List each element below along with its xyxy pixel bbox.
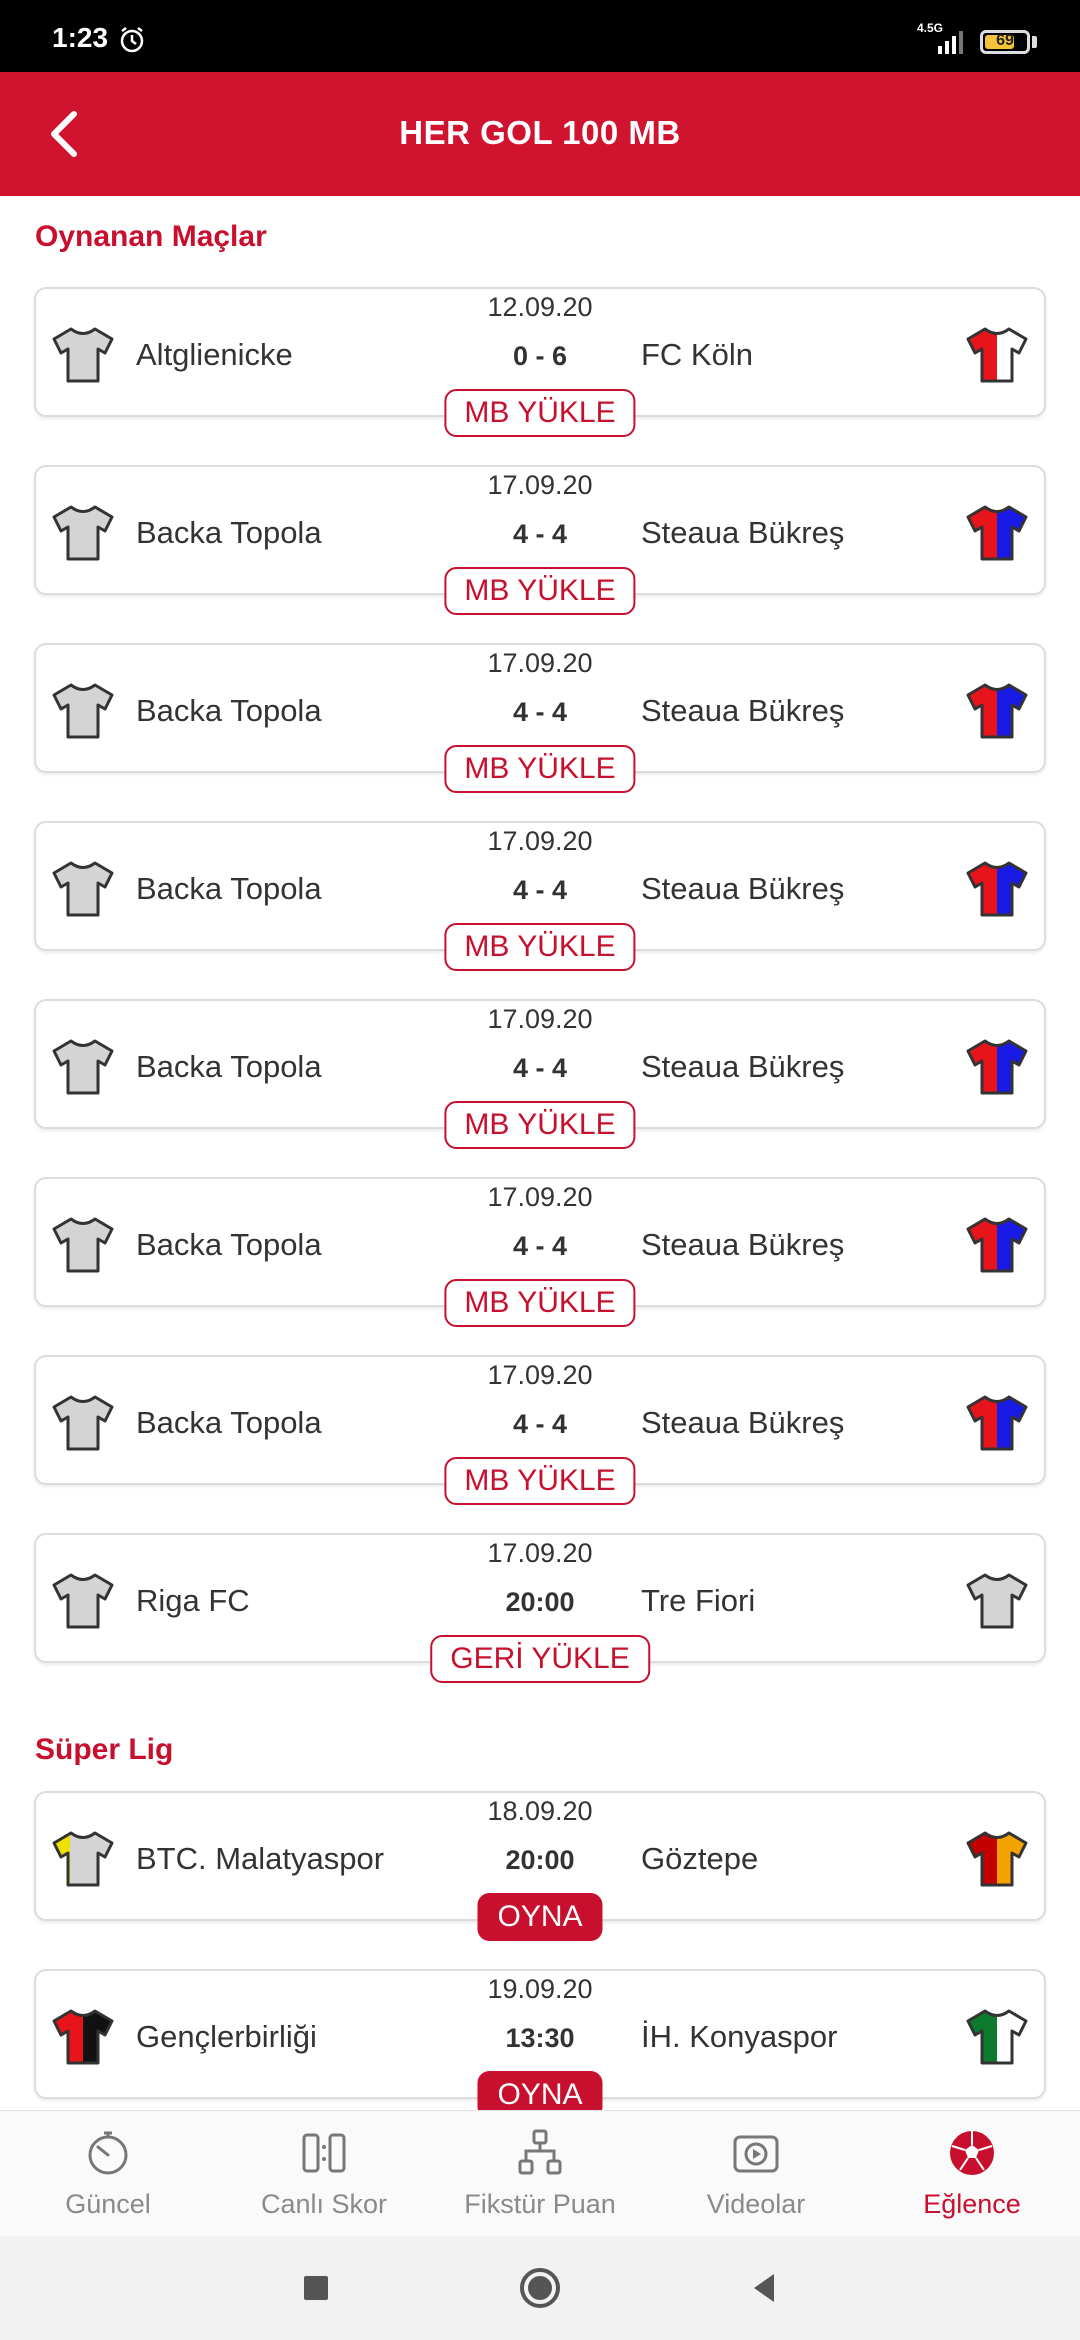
nav-label: Eğlence bbox=[923, 2189, 1021, 2219]
recent-apps-icon[interactable] bbox=[294, 2266, 338, 2310]
away-team-name: İH. Konyaspor bbox=[641, 2019, 838, 2054]
mb-yukle-button[interactable]: MB YÜKLE bbox=[444, 1101, 636, 1149]
match-card[interactable]: 17.09.20 Backa Topola 4 - 4 Steaua Bükre… bbox=[34, 465, 1046, 615]
mb-yukle-button[interactable]: MB YÜKLE bbox=[444, 389, 636, 437]
away-jersey-icon bbox=[966, 1573, 1028, 1629]
match-score: 4 - 4 bbox=[512, 875, 568, 905]
section-title-played: Oynanan Maçlar bbox=[35, 220, 267, 253]
match-score: 4 - 4 bbox=[512, 519, 568, 549]
away-jersey-icon bbox=[966, 1831, 1028, 1887]
app-header: HER GOL 100 MB bbox=[0, 72, 1080, 196]
away-team-name: Steaua Bükreş bbox=[641, 1227, 845, 1262]
page-title: HER GOL 100 MB bbox=[399, 114, 681, 151]
match-score: 0 - 6 bbox=[512, 341, 568, 371]
mb-yukle-button[interactable]: MB YÜKLE bbox=[444, 923, 636, 971]
match-date: 17.09.20 bbox=[487, 1004, 593, 1034]
mb-yukle-button[interactable]: MB YÜKLE bbox=[444, 1279, 636, 1327]
mb-yukle-button[interactable]: MB YÜKLE bbox=[444, 745, 636, 793]
match-date: 17.09.20 bbox=[487, 1182, 593, 1212]
away-team-name: Steaua Bükreş bbox=[641, 515, 845, 550]
away-team-name: FC Köln bbox=[641, 337, 753, 372]
away-team-name: Steaua Bükreş bbox=[641, 871, 845, 906]
away-jersey-icon bbox=[966, 1395, 1028, 1451]
nav-item-videolar[interactable]: Videolar bbox=[648, 2111, 864, 2237]
alarm-clock-icon bbox=[120, 27, 144, 53]
match-score: 4 - 4 bbox=[512, 697, 568, 727]
battery-level: 69 bbox=[996, 32, 1014, 49]
match-time: 20:00 bbox=[505, 1587, 575, 1617]
geri-yukle-button[interactable]: GERİ YÜKLE bbox=[430, 1635, 650, 1683]
away-team-name: Tre Fiori bbox=[641, 1583, 756, 1618]
status-time: 1:23 bbox=[52, 22, 109, 53]
section-title-super-lig: Süper Lig bbox=[35, 1733, 174, 1766]
away-jersey-icon bbox=[966, 327, 1028, 383]
match-card[interactable]: 17.09.20 Backa Topola 4 - 4 Steaua Bükre… bbox=[34, 1355, 1046, 1505]
match-date: 17.09.20 bbox=[487, 470, 593, 500]
away-jersey-icon bbox=[966, 2009, 1028, 2065]
away-team-name: Steaua Bükreş bbox=[641, 693, 845, 728]
video-play-icon bbox=[733, 2135, 779, 2173]
match-card[interactable]: 17.09.20 Backa Topola 4 - 4 Steaua Bükre… bbox=[34, 821, 1046, 971]
match-card[interactable]: 19.09.20 Gençlerbirliği 13:30 İH. Konyas… bbox=[34, 1969, 1046, 2110]
oyna-button[interactable]: OYNA bbox=[477, 2071, 603, 2110]
match-card[interactable]: 12.09.20 Altglienicke 0 - 6 FC Köln MB Y… bbox=[34, 287, 1046, 437]
match-card[interactable]: 17.09.20 Backa Topola 4 - 4 Steaua Bükre… bbox=[34, 999, 1046, 1149]
away-jersey-icon bbox=[966, 861, 1028, 917]
match-score: 4 - 4 bbox=[512, 1231, 568, 1261]
match-date: 17.09.20 bbox=[487, 648, 593, 678]
match-date: 17.09.20 bbox=[487, 1360, 593, 1390]
match-date: 19.09.20 bbox=[487, 1974, 593, 2004]
match-time: 13:30 bbox=[505, 2023, 575, 2053]
match-card[interactable]: 18.09.20 BTC. Malatyaspor 20:00 Göztepe … bbox=[34, 1791, 1046, 1941]
away-jersey-icon bbox=[966, 1217, 1028, 1273]
live-score-icon bbox=[302, 2133, 346, 2173]
nav-item-fikstur-puan[interactable]: Fikstür Puan bbox=[432, 2111, 648, 2237]
nav-item-guncel[interactable]: Güncel bbox=[0, 2111, 216, 2237]
match-score: 4 - 4 bbox=[512, 1409, 568, 1439]
match-card[interactable]: 17.09.20 Backa Topola 4 - 4 Steaua Bükre… bbox=[34, 643, 1046, 793]
match-score: 4 - 4 bbox=[512, 1053, 568, 1083]
away-team-name: Göztepe bbox=[641, 1841, 759, 1876]
nav-item-eglence[interactable]: Eğlence bbox=[864, 2111, 1080, 2237]
match-date: 17.09.20 bbox=[487, 1538, 593, 1568]
match-card[interactable]: 17.09.20 Backa Topola 4 - 4 Steaua Bükre… bbox=[34, 1177, 1046, 1327]
system-navigation-bar bbox=[0, 2236, 1080, 2340]
nav-label: Videolar bbox=[706, 2189, 806, 2219]
match-date: 12.09.20 bbox=[487, 292, 593, 322]
away-jersey-icon bbox=[966, 683, 1028, 739]
back-icon[interactable] bbox=[742, 2266, 786, 2310]
status-bar: 1:23 4.5G 69 bbox=[0, 0, 1080, 72]
match-list[interactable]: Oynanan Maçlar 12.09.20 Altglienicke 0 -… bbox=[0, 196, 1080, 2110]
away-jersey-icon bbox=[966, 1039, 1028, 1095]
match-time: 20:00 bbox=[505, 1845, 575, 1875]
match-date: 18.09.20 bbox=[487, 1796, 593, 1826]
soccer-ball-icon bbox=[950, 2131, 994, 2175]
match-card[interactable]: 17.09.20 Riga FC 20:00 Tre Fiori GERİ YÜ… bbox=[34, 1533, 1046, 1683]
bottom-navigation: Güncel Canlı Skor Fikstür Puan Videolar bbox=[0, 2110, 1080, 2236]
nav-label: Canlı Skor bbox=[260, 2189, 388, 2219]
match-date: 17.09.20 bbox=[487, 826, 593, 856]
mb-yukle-button[interactable]: MB YÜKLE bbox=[444, 567, 636, 615]
home-icon[interactable] bbox=[518, 2266, 562, 2310]
nav-item-canli-skor[interactable]: Canlı Skor bbox=[216, 2111, 432, 2237]
stopwatch-icon bbox=[88, 2131, 128, 2175]
away-jersey-icon bbox=[966, 505, 1028, 561]
fixture-icon bbox=[518, 2129, 562, 2175]
oyna-button[interactable]: OYNA bbox=[477, 1893, 603, 1941]
away-team-name: Steaua Bükreş bbox=[641, 1405, 845, 1440]
away-team-name: Steaua Bükreş bbox=[641, 1049, 845, 1084]
signal-icon bbox=[938, 31, 963, 54]
nav-label: Güncel bbox=[65, 2189, 151, 2219]
mb-yukle-button[interactable]: MB YÜKLE bbox=[444, 1457, 636, 1505]
nav-label: Fikstür Puan bbox=[464, 2189, 616, 2219]
battery-icon: 69 bbox=[980, 30, 1030, 54]
